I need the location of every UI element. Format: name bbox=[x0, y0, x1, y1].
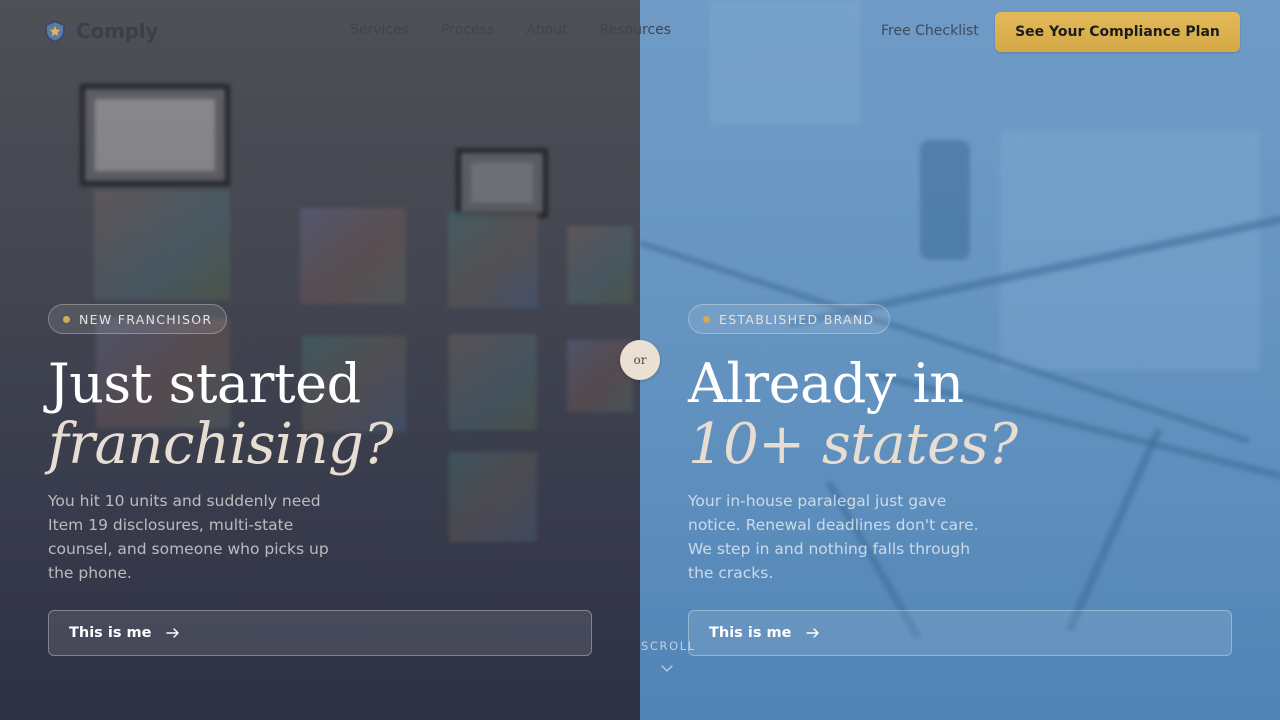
badge-dot-icon bbox=[63, 315, 70, 323]
brand-logo-link[interactable]: Comply bbox=[42, 18, 158, 44]
hero-heading-line2: 10+ states? bbox=[688, 412, 1018, 477]
nav-link-about[interactable]: About bbox=[526, 22, 567, 38]
site-header: Comply Services Process About Resources … bbox=[0, 0, 1280, 64]
badge-label: NEW FRANCHISOR bbox=[79, 311, 213, 327]
badge-label: ESTABLISHED BRAND bbox=[719, 311, 875, 327]
brand-name: Comply bbox=[76, 19, 159, 43]
nav-link-resources[interactable]: Resources bbox=[600, 22, 672, 38]
compliance-plan-button[interactable]: See Your Compliance Plan bbox=[995, 12, 1240, 52]
or-divider-badge: or bbox=[620, 340, 660, 380]
button-label: This is me bbox=[69, 625, 152, 641]
hero-heading-line1: Just started bbox=[48, 352, 361, 415]
nav-link-process[interactable]: Process bbox=[441, 22, 494, 38]
shield-star-icon bbox=[45, 20, 65, 43]
new-franchisor-select-button[interactable]: This is me bbox=[48, 610, 592, 656]
established-brand-select-button[interactable]: This is me bbox=[688, 610, 1232, 656]
hero-heading-line2: franchising? bbox=[48, 412, 393, 477]
badge-dot-icon bbox=[703, 315, 710, 323]
main-nav: Services Process About Resources bbox=[350, 22, 671, 38]
or-label: or bbox=[633, 353, 647, 367]
arrow-right-icon bbox=[166, 628, 180, 638]
new-franchisor-badge: NEW FRANCHISOR bbox=[48, 304, 228, 334]
nav-link-services[interactable]: Services bbox=[350, 22, 409, 38]
hero-description: Your in-house paralegal just gave notice… bbox=[688, 492, 979, 582]
chevron-down-icon[interactable] bbox=[661, 663, 673, 673]
hero-description: You hit 10 units and suddenly need Item … bbox=[48, 492, 329, 582]
free-checklist-link[interactable]: Free Checklist bbox=[881, 23, 979, 39]
button-label: This is me bbox=[709, 625, 792, 641]
established-brand-badge: ESTABLISHED BRAND bbox=[688, 304, 890, 334]
hero-heading-line1: Already in bbox=[688, 352, 964, 415]
scroll-indicator-label: SCROLL bbox=[641, 639, 696, 653]
arrow-right-icon bbox=[806, 628, 820, 638]
